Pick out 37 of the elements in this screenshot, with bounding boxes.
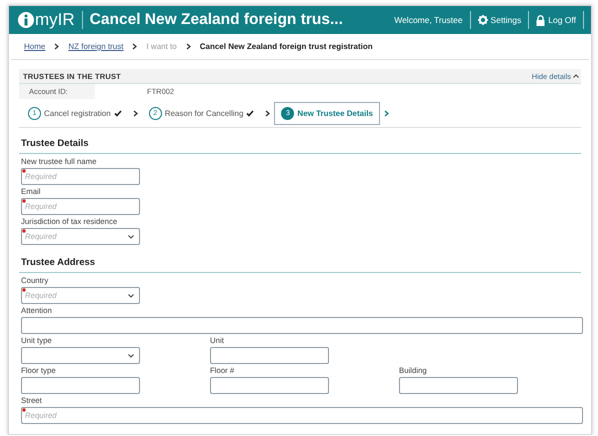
section-heading: Trustee Address bbox=[19, 247, 581, 273]
logo: myIR bbox=[18, 10, 75, 30]
breadcrumb-link[interactable]: NZ foreign trust bbox=[68, 42, 124, 51]
input-field[interactable] bbox=[210, 347, 329, 364]
chevron-icon bbox=[132, 110, 138, 116]
check-icon bbox=[246, 110, 254, 116]
chevron-icon bbox=[265, 110, 270, 116]
caret-icon bbox=[128, 294, 134, 298]
input-field[interactable] bbox=[399, 377, 518, 394]
input-field[interactable] bbox=[21, 317, 583, 334]
welcome-text: Welcome, Trustee bbox=[394, 15, 463, 25]
required-icon bbox=[22, 199, 26, 203]
input-field[interactable] bbox=[210, 377, 329, 394]
chevron-icon bbox=[132, 43, 138, 50]
lock-icon bbox=[536, 14, 546, 26]
caret-icon bbox=[128, 354, 134, 358]
required-icon bbox=[22, 169, 26, 173]
input-field[interactable] bbox=[21, 377, 140, 394]
required-icon bbox=[22, 408, 26, 412]
dropdown-field[interactable] bbox=[21, 347, 140, 364]
page-title: Cancel New Zealand foreign trus... bbox=[90, 11, 344, 29]
settings-icon bbox=[478, 15, 488, 25]
section-heading: Trustee Details bbox=[19, 128, 581, 154]
chevron-icon bbox=[186, 43, 191, 50]
breadcrumb-text: I want to bbox=[146, 42, 177, 51]
caret-icon bbox=[573, 74, 579, 78]
required-icon bbox=[22, 288, 26, 292]
chevron-icon bbox=[54, 43, 60, 50]
breadcrumb-link[interactable]: Home bbox=[24, 42, 46, 51]
required-icon bbox=[22, 229, 26, 233]
log-off-button[interactable]: Log Off bbox=[536, 14, 576, 26]
info-icon bbox=[18, 12, 34, 28]
breadcrumb-text: Cancel New Zealand foreign trust registration bbox=[200, 42, 373, 51]
settings-button[interactable]: Settings bbox=[478, 15, 522, 25]
chevron-icon bbox=[384, 110, 390, 116]
caret-icon bbox=[128, 234, 134, 238]
check-icon bbox=[114, 110, 122, 116]
